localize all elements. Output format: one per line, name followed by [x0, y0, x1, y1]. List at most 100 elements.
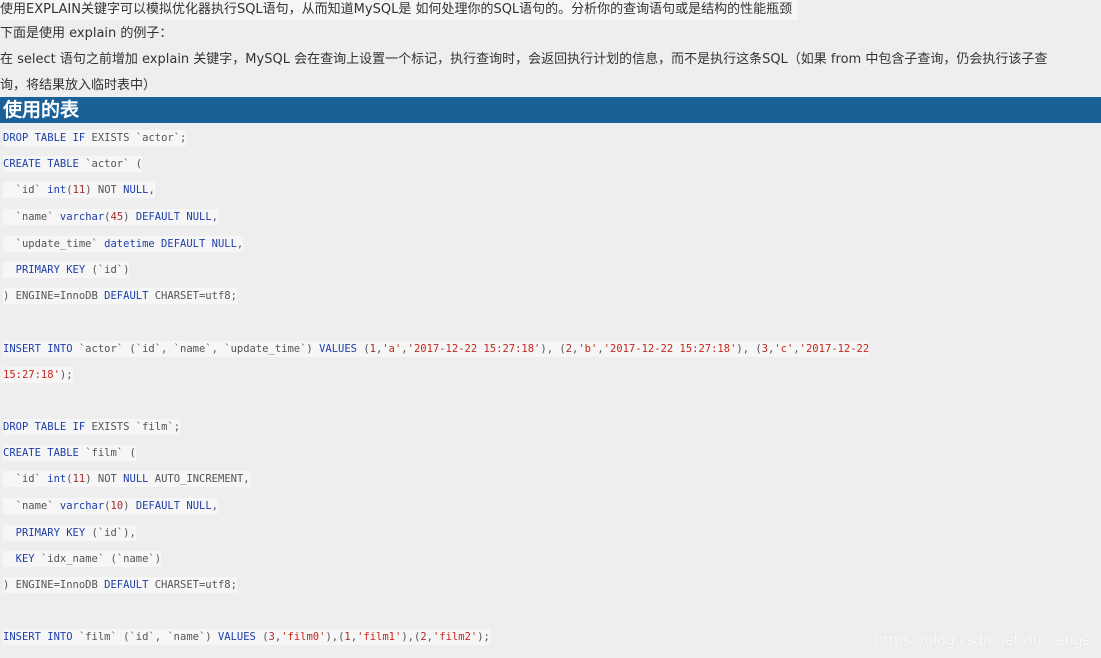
- code-token: (`id`): [91, 264, 130, 276]
- code-line-insert-actor-cont: 15:27:18');: [3, 367, 73, 383]
- code-token: DEFAULT NULL: [135, 211, 212, 223]
- code-token: 'film0': [281, 631, 326, 643]
- code-line-actor-update-time: `update_time` datetime DEFAULT NULL,: [3, 236, 244, 252]
- code-token: 'film1': [357, 631, 402, 643]
- code-token: ) ENGINE=InnoDB: [3, 290, 105, 302]
- code-line-actor-engine: ) ENGINE=InnoDB DEFAULT CHARSET=utf8;: [3, 288, 237, 304]
- code-token: CREATE TABLE: [3, 447, 86, 459]
- code-token: 10: [110, 500, 124, 512]
- code-token: `id`: [3, 473, 48, 485]
- code-token: `update_time`: [3, 238, 105, 250]
- code-token: `film`;: [135, 421, 181, 433]
- code-token: '2017-12-22 15:27:18': [603, 343, 737, 355]
- code-token: 11: [72, 184, 86, 196]
- intro-description-line-2: 询，将结果放入临时表中）: [0, 78, 157, 93]
- code-token: (`id`),: [91, 527, 136, 539]
- code-line-film-key-idx-name: KEY `idx_name` (`name`): [3, 551, 162, 567]
- code-token: int: [47, 473, 67, 485]
- code-token: CREATE TABLE: [3, 158, 86, 170]
- code-token: 45: [110, 211, 124, 223]
- code-token: `actor` (: [85, 158, 143, 170]
- code-token: ,: [236, 238, 244, 250]
- code-token: EXISTS: [91, 132, 136, 144]
- code-token: PRIMARY KEY: [15, 264, 92, 276]
- intro-description-line-1: 在 select 语句之前增加 explain 关键字，MySQL 会在查询上设…: [0, 52, 1048, 67]
- code-token: VALUES: [319, 343, 364, 355]
- code-token: NOT: [97, 184, 124, 196]
- code-token: 'c': [774, 343, 794, 355]
- code-line-actor-primary-key: PRIMARY KEY (`id`): [3, 262, 130, 278]
- sql-code-block: DROP TABLE IF EXISTS `actor`; CREATE TAB…: [0, 124, 1101, 658]
- code-token: ,: [211, 500, 218, 512]
- code-token: VALUES: [217, 631, 263, 643]
- watermark-url: https://blog.csdn.net/du_senge: [874, 633, 1091, 649]
- code-token: INSERT INTO: [3, 343, 79, 355]
- code-token: '2017-12-22 15:27:18': [407, 343, 541, 355]
- code-line-actor-id: `id` int(11) NOT NULL,: [3, 182, 155, 198]
- code-line-create-film: CREATE TABLE `film` (: [3, 445, 136, 461]
- code-token: ), (: [540, 343, 566, 355]
- code-token: datetime DEFAULT NULL: [104, 238, 237, 250]
- code-token: 'b': [578, 343, 598, 355]
- code-token: CHARSET=utf8;: [154, 290, 237, 302]
- code-token: ,: [148, 184, 155, 196]
- code-token: DEFAULT: [104, 579, 155, 591]
- code-token: NULL: [123, 473, 155, 485]
- code-token: AUTO_INCREMENT,: [154, 473, 250, 485]
- code-token: ) ENGINE=InnoDB: [3, 579, 105, 591]
- code-token: NOT: [97, 473, 124, 485]
- code-line-drop-actor: DROP TABLE IF EXISTS `actor`;: [3, 130, 187, 146]
- code-token: `id`: [3, 184, 48, 196]
- code-token: ),(: [325, 631, 345, 643]
- code-token: int: [47, 184, 67, 196]
- code-line-drop-film: DROP TABLE IF EXISTS `film`;: [3, 419, 181, 435]
- code-token: ): [85, 473, 98, 485]
- code-line-insert-actor: INSERT INTO `actor` (`id`, `name`, `upda…: [3, 341, 870, 357]
- code-line-film-name: `name` varchar(10) DEFAULT NULL,: [3, 498, 218, 514]
- code-line-insert-film: INSERT INTO `film` (`id`, `name`) VALUES…: [3, 629, 490, 645]
- code-token: ), (: [736, 343, 762, 355]
- code-token: ,: [211, 211, 218, 223]
- code-token: PRIMARY KEY: [15, 527, 92, 539]
- code-token: `idx_name` (`name`): [40, 553, 162, 565]
- code-token: );: [477, 631, 490, 643]
- code-token: );: [59, 369, 73, 381]
- code-token: 11: [72, 473, 86, 485]
- intro-paragraph-explain: 使用EXPLAIN关键字可以模拟优化器执行SQL语句，从而知道MySQL是 如何…: [0, 0, 799, 20]
- intro-example-heading: 下面是使用 explain 的例子：: [0, 26, 173, 41]
- code-token: ): [85, 184, 98, 196]
- code-token: 15:27:18': [3, 369, 60, 381]
- code-token: ),(: [401, 631, 421, 643]
- code-token: `actor` (`id`, `name`, `update_time`): [78, 343, 320, 355]
- code-token: `actor`;: [135, 132, 187, 144]
- section-heading-tables: 使用的表: [0, 97, 1101, 123]
- code-line-film-id: `id` int(11) NOT NULL AUTO_INCREMENT,: [3, 471, 250, 487]
- code-line-film-engine: ) ENGINE=InnoDB DEFAULT CHARSET=utf8;: [3, 577, 237, 593]
- code-token: DEFAULT: [104, 290, 155, 302]
- code-token: `film` (`id`, `name`): [78, 631, 218, 643]
- code-token: 'film2': [432, 631, 478, 643]
- code-token: 'a': [382, 343, 402, 355]
- code-token: CHARSET=utf8;: [154, 579, 237, 591]
- code-token: `film` (: [85, 447, 136, 459]
- code-token: varchar: [59, 500, 105, 512]
- code-token: `name`: [3, 211, 60, 223]
- code-token: ): [123, 211, 136, 223]
- code-token: DROP TABLE IF: [3, 132, 92, 144]
- code-line-film-primary-key: PRIMARY KEY (`id`),: [3, 525, 136, 541]
- code-token: EXISTS: [91, 421, 136, 433]
- code-token: INSERT INTO: [3, 631, 79, 643]
- code-token: ): [123, 500, 136, 512]
- code-token: '2017-12-22: [799, 343, 870, 355]
- code-token: `name`: [3, 500, 60, 512]
- code-token: DEFAULT NULL: [135, 500, 212, 512]
- code-token: KEY: [15, 553, 41, 565]
- code-line-actor-name: `name` varchar(45) DEFAULT NULL,: [3, 209, 218, 225]
- code-line-create-actor: CREATE TABLE `actor` (: [3, 156, 143, 172]
- code-token: NULL: [123, 184, 149, 196]
- code-token: DROP TABLE IF: [3, 421, 92, 433]
- code-token: varchar: [59, 211, 105, 223]
